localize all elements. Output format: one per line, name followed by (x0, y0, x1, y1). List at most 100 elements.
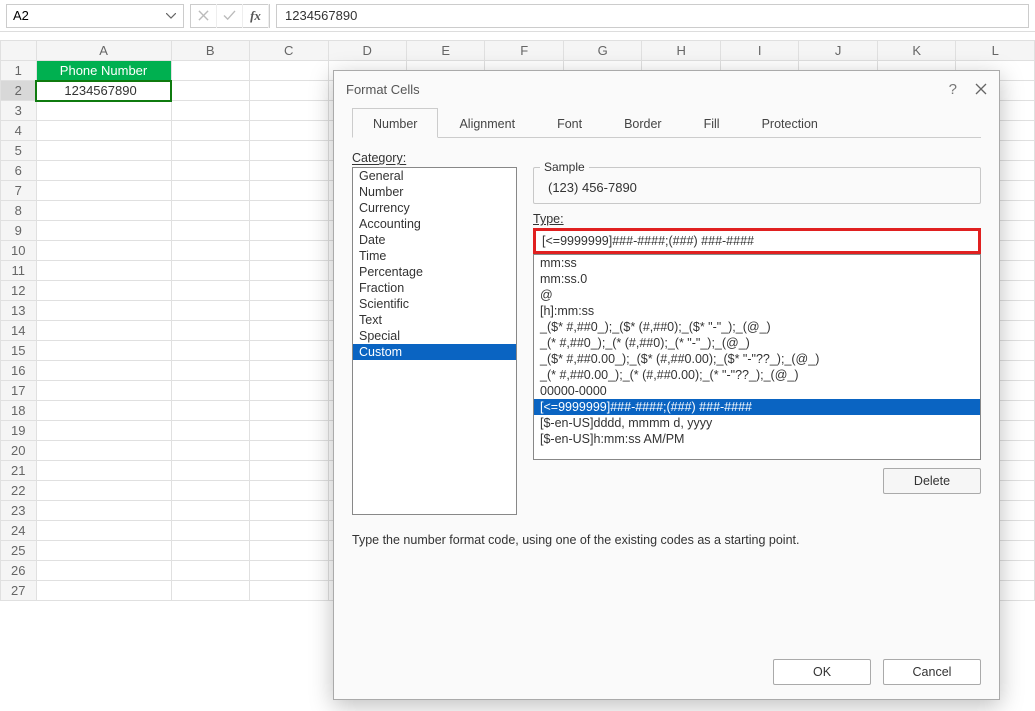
cell-A10[interactable] (36, 241, 171, 261)
cell-B16[interactable] (171, 361, 249, 381)
cell-B17[interactable] (171, 381, 249, 401)
row-header-20[interactable]: 20 (1, 441, 37, 461)
category-item-date[interactable]: Date (353, 232, 516, 248)
category-list[interactable]: GeneralNumberCurrencyAccountingDateTimeP… (352, 167, 517, 515)
category-item-general[interactable]: General (353, 168, 516, 184)
row-header-25[interactable]: 25 (1, 541, 37, 561)
row-header-12[interactable]: 12 (1, 281, 37, 301)
column-header-K[interactable]: K (877, 41, 955, 61)
row-header-26[interactable]: 26 (1, 561, 37, 581)
row-header-21[interactable]: 21 (1, 461, 37, 481)
column-header-C[interactable]: C (250, 41, 329, 61)
cell-B3[interactable] (171, 101, 249, 121)
cancel-button[interactable]: Cancel (883, 659, 981, 685)
category-item-percentage[interactable]: Percentage (353, 264, 516, 280)
cell-A1[interactable]: Phone Number (36, 61, 171, 81)
cell-C13[interactable] (250, 301, 329, 321)
cell-C27[interactable] (250, 581, 329, 601)
format-item[interactable]: _(* #,##0_);_(* (#,##0);_(* "-"_);_(@_) (534, 335, 980, 351)
cell-A16[interactable] (36, 361, 171, 381)
cell-A5[interactable] (36, 141, 171, 161)
category-item-fraction[interactable]: Fraction (353, 280, 516, 296)
insert-function-icon[interactable]: fx (243, 4, 269, 28)
cell-C17[interactable] (250, 381, 329, 401)
delete-button[interactable]: Delete (883, 468, 981, 494)
cell-B19[interactable] (171, 421, 249, 441)
cell-B6[interactable] (171, 161, 249, 181)
format-item[interactable]: _($* #,##0.00_);_($* (#,##0.00);_($* "-"… (534, 351, 980, 367)
cell-C22[interactable] (250, 481, 329, 501)
category-item-custom[interactable]: Custom (353, 344, 516, 360)
cell-A20[interactable] (36, 441, 171, 461)
row-header-13[interactable]: 13 (1, 301, 37, 321)
cell-A21[interactable] (36, 461, 171, 481)
category-item-currency[interactable]: Currency (353, 200, 516, 216)
name-box[interactable] (6, 4, 184, 28)
cell-B8[interactable] (171, 201, 249, 221)
cell-B22[interactable] (171, 481, 249, 501)
row-header-18[interactable]: 18 (1, 401, 37, 421)
cell-B12[interactable] (171, 281, 249, 301)
cell-A15[interactable] (36, 341, 171, 361)
row-header-5[interactable]: 5 (1, 141, 37, 161)
cell-A26[interactable] (36, 561, 171, 581)
category-item-time[interactable]: Time (353, 248, 516, 264)
row-header-27[interactable]: 27 (1, 581, 37, 601)
cell-B4[interactable] (171, 121, 249, 141)
cell-C19[interactable] (250, 421, 329, 441)
cell-C9[interactable] (250, 221, 329, 241)
name-box-input[interactable] (13, 8, 133, 23)
tab-number[interactable]: Number (352, 108, 438, 138)
category-item-accounting[interactable]: Accounting (353, 216, 516, 232)
cell-C8[interactable] (250, 201, 329, 221)
cell-A24[interactable] (36, 521, 171, 541)
cell-C6[interactable] (250, 161, 329, 181)
tab-border[interactable]: Border (603, 108, 683, 138)
cell-C2[interactable] (250, 81, 329, 101)
cell-A13[interactable] (36, 301, 171, 321)
cell-B11[interactable] (171, 261, 249, 281)
row-header-7[interactable]: 7 (1, 181, 37, 201)
cell-B14[interactable] (171, 321, 249, 341)
cell-C4[interactable] (250, 121, 329, 141)
column-header-F[interactable]: F (485, 41, 563, 61)
format-item[interactable]: [<=9999999]###-####;(###) ###-#### (534, 399, 980, 415)
row-header-19[interactable]: 19 (1, 421, 37, 441)
cell-B18[interactable] (171, 401, 249, 421)
accept-formula-icon[interactable] (217, 4, 243, 28)
cell-A8[interactable] (36, 201, 171, 221)
format-item[interactable]: 00000-0000 (534, 383, 980, 399)
column-header-H[interactable]: H (642, 41, 721, 61)
cell-C7[interactable] (250, 181, 329, 201)
cell-C10[interactable] (250, 241, 329, 261)
row-header-24[interactable]: 24 (1, 521, 37, 541)
column-header-A[interactable]: A (36, 41, 171, 61)
cell-C15[interactable] (250, 341, 329, 361)
column-header-I[interactable]: I (720, 41, 798, 61)
cell-A7[interactable] (36, 181, 171, 201)
format-item[interactable]: mm:ss.0 (534, 271, 980, 287)
cell-A2[interactable]: 1234567890 (36, 81, 171, 101)
cell-A3[interactable] (36, 101, 171, 121)
row-header-4[interactable]: 4 (1, 121, 37, 141)
cell-B9[interactable] (171, 221, 249, 241)
cell-A27[interactable] (36, 581, 171, 601)
cell-A12[interactable] (36, 281, 171, 301)
row-header-8[interactable]: 8 (1, 201, 37, 221)
cell-B7[interactable] (171, 181, 249, 201)
column-header-G[interactable]: G (563, 41, 642, 61)
category-item-special[interactable]: Special (353, 328, 516, 344)
cell-A22[interactable] (36, 481, 171, 501)
cell-C25[interactable] (250, 541, 329, 561)
cell-C5[interactable] (250, 141, 329, 161)
cell-B21[interactable] (171, 461, 249, 481)
cell-B15[interactable] (171, 341, 249, 361)
cell-B24[interactable] (171, 521, 249, 541)
tab-fill[interactable]: Fill (683, 108, 741, 138)
cell-B20[interactable] (171, 441, 249, 461)
cell-A11[interactable] (36, 261, 171, 281)
select-all-corner[interactable] (1, 41, 37, 61)
format-item[interactable]: _(* #,##0.00_);_(* (#,##0.00);_(* "-"??_… (534, 367, 980, 383)
cell-C14[interactable] (250, 321, 329, 341)
cancel-formula-icon[interactable] (191, 4, 217, 28)
